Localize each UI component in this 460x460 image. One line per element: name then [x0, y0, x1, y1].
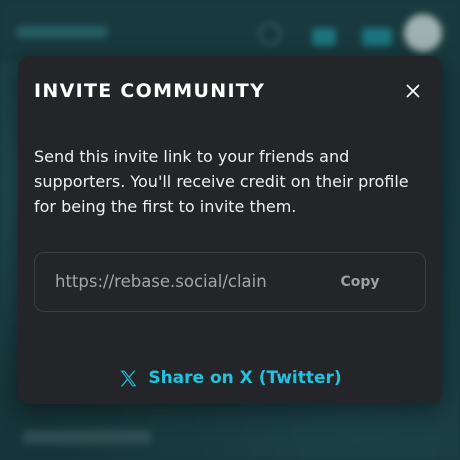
share-label: Share on X (Twitter) [148, 368, 342, 388]
close-button[interactable] [402, 80, 424, 102]
topbar-button [362, 28, 392, 46]
modal-title: INVITE COMMUNITY [34, 80, 266, 102]
copy-button[interactable]: Copy [331, 267, 389, 297]
search-icon [258, 22, 282, 46]
background-text [22, 430, 152, 444]
avatar [404, 14, 442, 52]
invite-link-input[interactable] [55, 253, 309, 310]
x-logo-icon [118, 368, 139, 389]
invite-community-modal: INVITE COMMUNITY Send this invite link t… [18, 56, 442, 404]
share-on-x-button[interactable]: Share on X (Twitter) [18, 360, 442, 396]
app-logo [16, 26, 108, 38]
modal-description: Send this invite link to your friends an… [34, 147, 409, 216]
topbar-button [312, 28, 336, 46]
invite-link-box: Copy [34, 252, 426, 312]
close-icon [406, 84, 420, 98]
